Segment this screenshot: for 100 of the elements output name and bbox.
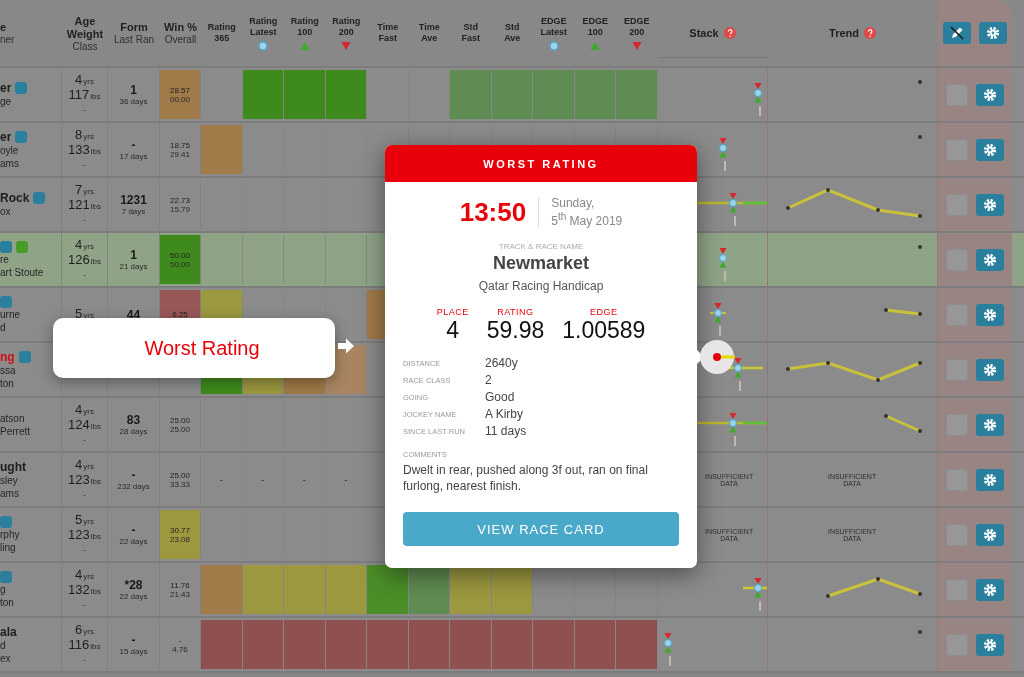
column-header: Std Fast: [461, 22, 480, 44]
gear-icon: [982, 87, 997, 102]
weight-value: 116: [68, 638, 90, 651]
unit-text: yrs: [83, 461, 94, 473]
trend-line-drawing: [916, 244, 923, 250]
age-value: 7: [75, 183, 83, 196]
settings-button[interactable]: [975, 138, 1004, 161]
trainer-text: g: [0, 582, 6, 596]
trainer-text: oyle: [0, 143, 19, 157]
stack-markers-drawing: [752, 82, 762, 117]
pencil-slash-icon: [948, 25, 965, 41]
column-header: Trend: [829, 26, 859, 40]
trainer-text: atson: [0, 411, 25, 425]
arrow-icon: [337, 337, 355, 355]
last-ran-text: 28 days: [119, 427, 148, 436]
column-header: Age Weight: [65, 14, 105, 41]
unit-text: yrs: [83, 186, 94, 198]
trainer-text: d: [0, 638, 6, 652]
settings-button[interactable]: [978, 22, 1007, 44]
settings-button[interactable]: [975, 578, 1004, 601]
race-day: Sunday,: [551, 196, 623, 210]
win-percent-value: 50.00: [170, 250, 190, 260]
class-value: -: [83, 434, 86, 446]
weight-value: 123: [68, 473, 90, 486]
unit-text: yrs: [83, 571, 94, 583]
race-time: 13:50: [459, 196, 540, 228]
field-value: A Kirby: [485, 407, 524, 421]
rating-value: -: [261, 474, 265, 485]
column-subheader: Overall: [164, 34, 197, 45]
trainer-text: re: [0, 252, 9, 266]
age-value: 6: [75, 623, 83, 636]
class-value: -: [83, 489, 86, 501]
stack-markers-drawing: [695, 192, 767, 227]
column-subheader: Last Ran: [114, 34, 154, 45]
weight-value: 123: [68, 528, 90, 541]
win-percent-value: 29.41: [170, 149, 190, 159]
form-value: -: [131, 468, 136, 482]
stack-markers-drawing: [708, 302, 727, 337]
settings-button[interactable]: [975, 248, 1004, 271]
last-ran-text: 36 days: [119, 97, 148, 106]
trainer-text: ton: [0, 376, 14, 390]
stack-markers-drawing: [662, 632, 672, 667]
weight-value: 133: [68, 143, 90, 156]
win-percent-value: 11.76: [170, 580, 190, 590]
form-value: *28: [124, 578, 143, 592]
settings-button[interactable]: [975, 303, 1004, 326]
field-value: 11 days: [485, 424, 528, 438]
unit-text: yrs: [83, 76, 94, 88]
trainer-text: ssa: [0, 364, 16, 377]
win-percent-value: 23.08: [170, 534, 190, 544]
trainer-text: sley: [0, 474, 18, 487]
horse-name: ught: [0, 459, 26, 474]
comments-text: Dwelt in rear, pushed along 3f out, ran on final furlong, nearest finish.: [403, 462, 649, 494]
form-value: -: [131, 633, 136, 647]
edit-off-button[interactable]: [942, 22, 971, 44]
last-ran-text: 22 days: [119, 537, 148, 546]
last-ran-text: 15 days: [119, 647, 148, 656]
trainer-text: ton: [0, 595, 14, 609]
unit-text: lbs: [90, 421, 101, 433]
last-ran-text: 7 days: [121, 207, 146, 216]
rating-value: -: [344, 474, 348, 485]
trend-line-drawing: [882, 307, 923, 317]
settings-button[interactable]: [975, 468, 1004, 491]
weight-value: 126: [68, 253, 90, 266]
unit-text: yrs: [83, 516, 94, 528]
track-name: Newmarket: [492, 253, 589, 274]
win-percent-value: 28.57: [170, 85, 190, 95]
class-value: -: [83, 654, 86, 666]
gear-icon: [982, 582, 997, 597]
race-date: 5$^{th}$ May 2019: [551, 210, 623, 228]
unit-text: lbs: [90, 476, 101, 488]
class-value: -: [83, 214, 86, 226]
age-value: 4: [75, 458, 83, 471]
win-percent-value: -: [178, 635, 182, 645]
field-value: Good: [485, 390, 516, 404]
settings-button[interactable]: [975, 358, 1004, 381]
settings-button[interactable]: [975, 193, 1004, 216]
stack-markers-drawing: [741, 577, 767, 612]
view-race-card-button[interactable]: VIEW RACE CARD: [403, 512, 679, 546]
column-header: Time Ave: [418, 22, 440, 44]
form-value: 1: [130, 248, 137, 262]
unit-text: yrs: [83, 406, 94, 418]
column-subheader: ner: [0, 34, 15, 45]
callout-text: Worst Rating: [144, 336, 260, 360]
selected-point-marker: [699, 339, 735, 375]
form-value: 1: [130, 83, 137, 97]
trainer-text: urne: [0, 307, 20, 321]
unit-text: lbs: [90, 201, 101, 213]
win-percent-value: 00.00: [170, 94, 190, 104]
trainer-text: ox: [0, 205, 11, 218]
trainer-text: ge: [0, 95, 12, 108]
field-value: 2640y: [485, 356, 519, 370]
settings-button[interactable]: [975, 83, 1004, 106]
column-header: EDGE 100: [582, 15, 608, 38]
settings-button[interactable]: [975, 523, 1004, 546]
class-value: -: [83, 544, 86, 556]
stack-markers-drawing: [717, 137, 727, 172]
settings-button[interactable]: [975, 413, 1004, 436]
settings-button[interactable]: [975, 633, 1004, 656]
win-percent-value: 15.79: [170, 204, 190, 214]
